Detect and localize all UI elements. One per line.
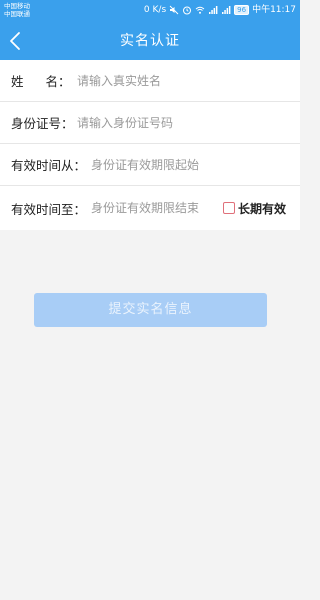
long-term-checkbox[interactable] bbox=[222, 202, 235, 214]
id-number-row: 身份证号： bbox=[0, 102, 300, 144]
alarm-icon bbox=[183, 6, 192, 15]
battery-icon: 96 bbox=[234, 5, 250, 15]
name-input[interactable] bbox=[77, 73, 300, 88]
signal-icon-2 bbox=[222, 6, 231, 14]
name-label-part-2: 名： bbox=[45, 74, 71, 89]
name-label: 姓 名： bbox=[0, 71, 77, 90]
valid-to-input[interactable] bbox=[91, 201, 223, 215]
name-row: 姓 名： bbox=[0, 60, 300, 102]
status-icons: 0 K/s 96 中午11:17 bbox=[144, 4, 296, 16]
mute-icon bbox=[169, 5, 179, 15]
clock: 中午11:17 bbox=[252, 5, 296, 15]
header: 实名认证 bbox=[0, 22, 300, 60]
id-number-label: 身份证号： bbox=[11, 116, 74, 131]
submit-button[interactable]: 提交实名信息 bbox=[34, 293, 267, 327]
page-title: 实名认证 bbox=[120, 33, 180, 49]
id-number-input[interactable] bbox=[77, 115, 300, 130]
carrier-2: 中国联通 bbox=[4, 10, 30, 18]
valid-to-row: 有效时间至： 长期有效 bbox=[0, 186, 300, 230]
carrier-info: 中国移动 中国联通 bbox=[4, 2, 30, 18]
valid-from-label: 有效时间从： bbox=[11, 158, 87, 173]
verification-form: 姓 名： 身份证号： 有效时间从： 有效时间至： 长期有效 bbox=[0, 60, 300, 230]
valid-from-input[interactable] bbox=[91, 157, 300, 172]
status-bar: 中国移动 中国联通 0 K/s 96 中午11:17 bbox=[0, 0, 300, 22]
valid-from-row: 有效时间从： bbox=[0, 144, 300, 186]
long-term-toggle[interactable]: 长期有效 bbox=[222, 200, 286, 217]
wifi-icon bbox=[195, 6, 205, 14]
screen: 中国移动 中国联通 0 K/s 96 中午11:17 实名认证 姓 名： 请输入… bbox=[0, 0, 300, 600]
carrier-1: 中国移动 bbox=[4, 2, 30, 10]
net-speed: 0 K/s bbox=[143, 5, 167, 15]
valid-to-label: 有效时间至： bbox=[11, 201, 87, 217]
name-label-part-1: 姓 bbox=[11, 74, 24, 89]
signal-icon-1 bbox=[209, 6, 218, 14]
long-term-label: 长期有效 bbox=[237, 201, 286, 216]
